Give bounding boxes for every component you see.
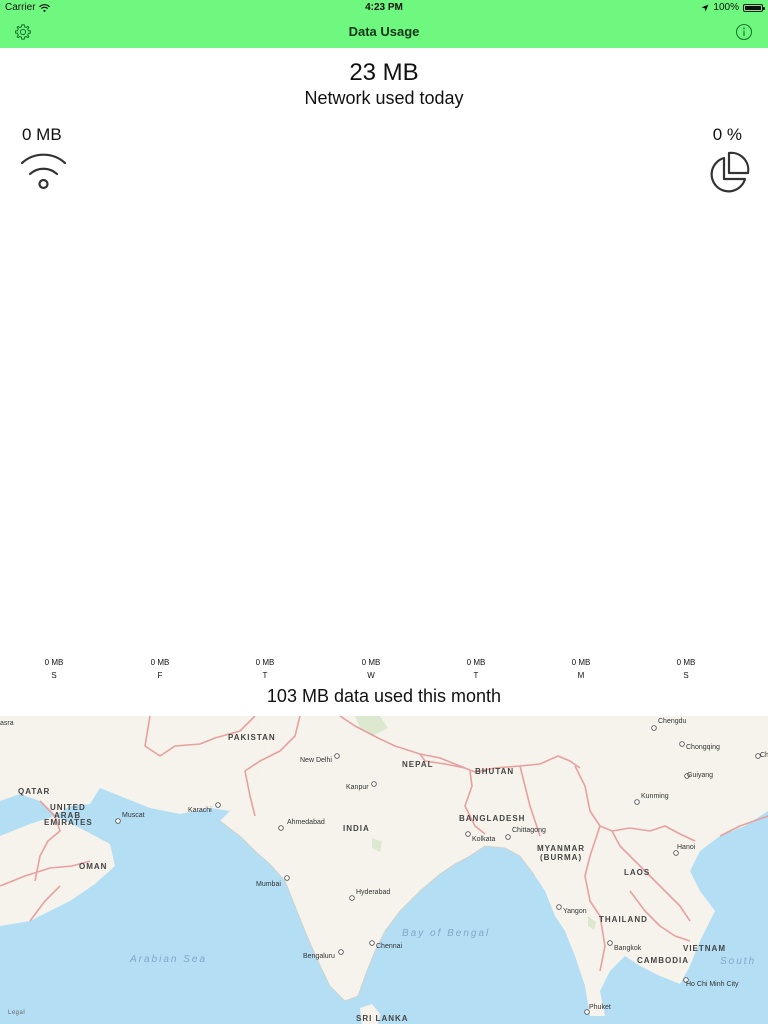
day-label: W bbox=[367, 671, 375, 680]
week-day-column: 0 MB T bbox=[446, 656, 506, 681]
map-label-edge: asra bbox=[0, 720, 14, 727]
map-label-country: NEPAL bbox=[402, 760, 434, 769]
map-label-city: Bengaluru bbox=[303, 953, 335, 960]
battery-percent: 100% bbox=[713, 2, 739, 13]
map-label-city: Kunming bbox=[641, 793, 669, 800]
map-label-city: Guiyang bbox=[687, 772, 714, 779]
today-usage-value: 23 MB bbox=[349, 59, 419, 86]
wifi-icon bbox=[20, 153, 67, 190]
day-amount: 0 MB bbox=[255, 658, 275, 667]
map-label-city: Kolkata bbox=[472, 836, 496, 843]
map-label-city: Chennai bbox=[376, 943, 403, 950]
navigation-bar: Data Usage bbox=[0, 16, 768, 48]
map-label-city: Yangon bbox=[563, 908, 587, 915]
day-amount: 0 MB bbox=[361, 658, 381, 667]
map-legal-link[interactable]: Legal bbox=[8, 1010, 25, 1016]
map-label-sea: Bay of Bengal bbox=[402, 928, 491, 939]
week-day-column: 0 MB W bbox=[341, 656, 401, 681]
map-label-country: QATAR bbox=[18, 787, 51, 796]
day-amount: 0 MB bbox=[676, 658, 696, 667]
day-amount: 0 MB bbox=[466, 658, 486, 667]
map-label-country: PAKISTAN bbox=[228, 733, 276, 742]
info-button[interactable] bbox=[734, 22, 754, 42]
day-label: F bbox=[157, 671, 163, 680]
status-time: 4:23 PM bbox=[365, 2, 403, 13]
map-label-city: Chongqing bbox=[686, 744, 720, 751]
map-label-country: INDIA bbox=[343, 824, 370, 833]
day-label: S bbox=[51, 671, 57, 680]
location-map[interactable]: PAKISTAN NEPAL BHUTAN INDIA BANGLADESH M… bbox=[0, 716, 768, 1024]
day-label: T bbox=[473, 671, 479, 680]
map-label-city: Hanoi bbox=[677, 844, 696, 851]
battery-icon bbox=[743, 3, 765, 12]
map-label-country: SRI LANKA bbox=[356, 1014, 409, 1023]
day-label: T bbox=[262, 671, 268, 680]
map-label-country: THAILAND bbox=[599, 915, 648, 924]
map-label-city: New Delhi bbox=[300, 757, 332, 764]
land-arabia-persia bbox=[0, 716, 265, 816]
map-label-city: Muscat bbox=[122, 812, 145, 819]
map-label-country: (BURMA) bbox=[540, 853, 583, 862]
map-label-city: Chittagong bbox=[512, 827, 546, 834]
week-day-column: 0 MB S bbox=[24, 656, 84, 681]
week-day-column: 0 MB S bbox=[656, 656, 716, 681]
week-day-column: 0 MB F bbox=[130, 656, 190, 681]
monthly-usage-label: 103 MB data used this month bbox=[266, 686, 502, 706]
day-label: M bbox=[577, 671, 585, 680]
week-day-column: 0 MB T bbox=[235, 656, 295, 681]
map-label-city: Mumbai bbox=[256, 881, 281, 888]
week-day-column: 0 MB M bbox=[551, 656, 611, 681]
map-label-edge: Ch bbox=[760, 752, 768, 759]
map-label-country: CAMBODIA bbox=[637, 956, 689, 965]
location-arrow-icon bbox=[701, 4, 709, 11]
map-label-country: BANGLADESH bbox=[459, 814, 526, 823]
day-amount: 0 MB bbox=[44, 658, 64, 667]
map-terrain bbox=[0, 716, 768, 1024]
day-amount: 0 MB bbox=[150, 658, 170, 667]
status-bar: Carrier 4:23 PM 100% bbox=[0, 0, 768, 16]
map-label-city: Ho Chi Minh City bbox=[686, 981, 739, 988]
map-label-city: Kanpur bbox=[346, 784, 369, 791]
map-label-country: OMAN bbox=[79, 862, 108, 871]
day-amount: 0 MB bbox=[571, 658, 591, 667]
today-usage-label: Network used today bbox=[304, 88, 464, 108]
map-label-country: EMIRATES bbox=[44, 818, 93, 827]
status-right: 100% bbox=[701, 2, 765, 13]
map-label-country: LAOS bbox=[624, 868, 651, 877]
map-label-country: MYANMAR bbox=[537, 844, 586, 853]
map-label-city: Phuket bbox=[589, 1004, 611, 1011]
page-title: Data Usage bbox=[348, 24, 420, 39]
wifi-usage-value: 0 MB bbox=[22, 125, 62, 144]
weekly-usage-row: 0 MB S 0 MB F 0 MB T 0 MB W 0 MB T 0 MB … bbox=[0, 656, 768, 686]
day-label: S bbox=[683, 671, 689, 680]
map-label-country: BHUTAN bbox=[475, 767, 515, 776]
map-label-city: Hyderabad bbox=[356, 889, 391, 896]
map-label-city: Ahmedabad bbox=[287, 819, 325, 826]
map-label-country: VIETNAM bbox=[683, 944, 726, 953]
map-label-sea: Arabian Sea bbox=[130, 954, 208, 965]
usage-percent-value: 0 % bbox=[712, 125, 742, 144]
map-label-city: Chengdu bbox=[658, 718, 687, 725]
info-icon bbox=[735, 23, 753, 41]
map-label-city: Bangkok bbox=[614, 945, 642, 952]
map-label-sea: South bbox=[720, 956, 757, 967]
pie-chart-icon bbox=[710, 151, 750, 193]
map-label-city: Karachi bbox=[188, 807, 212, 814]
